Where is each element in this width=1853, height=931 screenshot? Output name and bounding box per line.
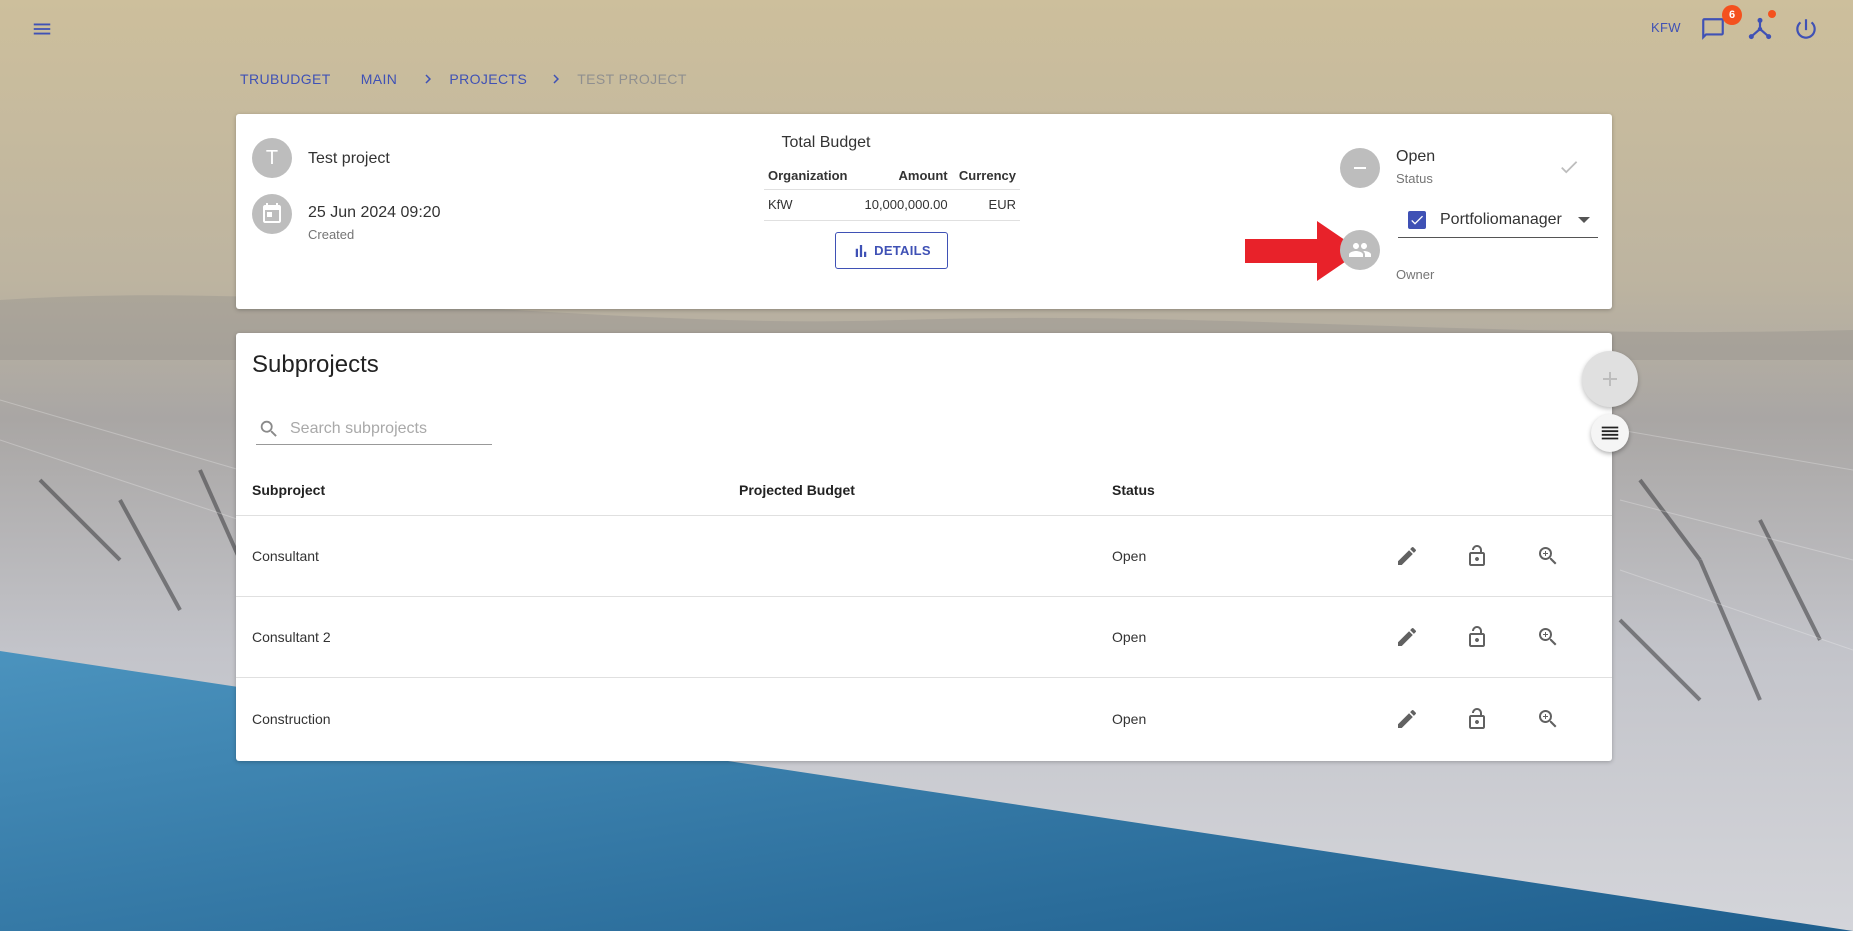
budget-header-currency: Currency [951,162,1020,190]
organization-label[interactable]: KFW [1651,20,1681,35]
menu-icon[interactable] [28,18,56,40]
created-date: 25 Jun 2024 09:20 [308,204,441,221]
calendar-icon [252,194,292,234]
search-field[interactable] [256,413,492,445]
people-icon [1340,230,1380,270]
status-icon [1340,148,1380,188]
total-budget-title: Total Budget [781,134,871,151]
project-name: Test project [308,150,390,167]
budget-row: KfW 10,000,000.00 EUR [764,189,1020,221]
budget-header-organization: Organization [764,162,856,190]
chevron-right-icon [419,70,437,88]
subprojects-table: Subproject Projected Budget Status Consu… [236,465,1612,759]
search-input[interactable] [290,419,480,438]
header-subproject: Subproject [252,482,326,498]
add-subproject-button[interactable] [1582,351,1638,407]
dropdown-caret-icon [1578,216,1590,223]
budget-table: Organization Amount Currency KfW 10,000,… [764,162,1020,221]
lock-open-icon[interactable] [1457,536,1497,576]
header-status: Status [1112,482,1155,498]
subprojects-card: Subprojects Subproject Projected Budget … [236,333,1612,761]
budget-header-amount: Amount [855,162,952,190]
notification-badge: 6 [1722,5,1742,25]
details-button-label: DETAILS [874,243,931,258]
subproject-name: Consultant 2 [252,629,331,645]
edit-icon[interactable] [1387,699,1427,739]
subproject-name: Construction [252,710,331,727]
owner-select[interactable]: Portfoliomanager [1398,202,1598,238]
budget-currency: EUR [951,189,1020,221]
network-icon[interactable] [1747,16,1773,42]
zoom-in-icon[interactable] [1528,536,1568,576]
breadcrumb-projects[interactable]: PROJECTS [449,71,527,87]
status-label: Status [1396,171,1433,186]
bar-chart-icon [855,244,867,257]
created-label: Created [308,227,355,242]
breadcrumb-trubudget[interactable]: TRUBUDGET [240,71,331,87]
history-list-button[interactable] [1591,414,1629,452]
breadcrumb: TRUBUDGET MAIN PROJECTS TEST PROJECT [240,70,687,88]
lock-open-icon[interactable] [1457,617,1497,657]
edit-icon[interactable] [1387,536,1427,576]
subproject-name: Consultant [252,548,319,564]
zoom-in-icon[interactable] [1528,699,1568,739]
checkbox-checked-icon [1408,210,1426,229]
subprojects-title: Subprojects [252,351,379,378]
project-avatar: T [252,138,292,178]
top-app-bar: KFW 6 [0,0,1853,58]
header-projected-budget: Projected Budget [739,482,855,498]
subproject-status: Open [1112,548,1147,564]
network-status-dot [1768,10,1776,18]
status-value: Open [1396,148,1436,165]
table-row[interactable]: Construction Open [236,678,1612,759]
zoom-in-icon[interactable] [1528,617,1568,657]
owner-value: Portfoliomanager [1440,210,1562,228]
owner-label: Owner [1396,267,1435,282]
table-row[interactable]: Consultant Open [236,516,1612,597]
chat-icon[interactable] [1700,16,1726,42]
project-summary-card: T Test project 25 Jun 2024 09:20 Created… [236,114,1612,309]
lock-open-icon[interactable] [1457,699,1497,739]
details-button[interactable]: DETAILS [835,232,948,269]
list-icon [1601,426,1619,440]
breadcrumb-main[interactable]: MAIN [361,71,398,87]
table-header: Subproject Projected Budget Status [236,465,1612,516]
subproject-status: Open [1112,629,1147,645]
plus-icon [1603,372,1617,386]
search-icon [260,420,277,437]
edit-icon[interactable] [1387,617,1427,657]
table-row[interactable]: Consultant 2 Open [236,597,1612,678]
budget-amount: 10,000,000.00 [855,189,952,221]
check-icon[interactable] [1558,156,1580,178]
power-icon[interactable] [1793,16,1819,42]
chevron-right-icon [547,70,565,88]
breadcrumb-current: TEST PROJECT [577,71,687,87]
budget-organization: KfW [764,189,856,221]
subproject-status: Open [1112,710,1147,727]
